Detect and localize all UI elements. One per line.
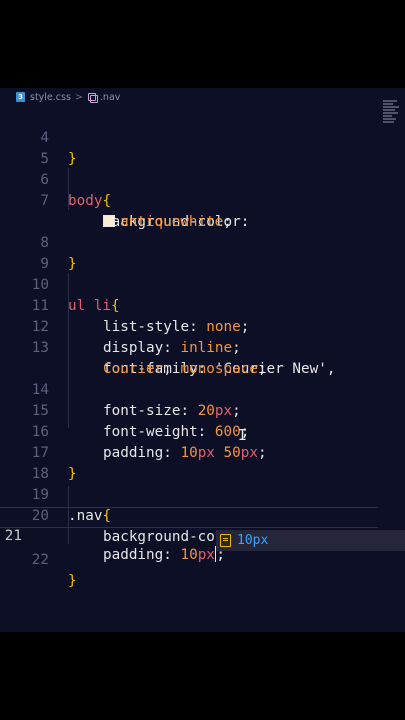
code-line-wrap: Courier, monospace; <box>0 338 405 377</box>
code-line: 5 <box>0 128 405 167</box>
code-line: 19 .nav{ <box>0 464 405 524</box>
mouse-ibeam-icon: I <box>238 426 248 444</box>
breadcrumb-selector[interactable]: .nav <box>100 92 120 103</box>
code-line: 9 <box>0 233 405 272</box>
breadcrumb: 3 style.css > .nav <box>0 88 405 106</box>
suggestion-label: 10px <box>237 533 269 548</box>
autocomplete-suggestion[interactable]: 10px <box>216 530 405 551</box>
code-line: 4 } <box>0 107 405 167</box>
close-brace: } <box>68 573 77 589</box>
css3-file-icon: 3 <box>16 92 25 102</box>
code-line: 10 ul li{ <box>0 254 405 314</box>
code-line-wrap: antiquewhite; <box>0 191 405 230</box>
code-line-current[interactable]: 21 padding: 10px; <box>0 507 378 563</box>
code-line: 18 <box>0 443 405 482</box>
code-line: 7 background-color: <box>0 170 405 230</box>
css-rule-symbol-icon <box>87 92 98 103</box>
code-line: 17 } <box>0 422 405 482</box>
code-line: 13 font-family: 'Courier New', <box>0 317 405 377</box>
code-line: 12 display: inline; <box>0 296 405 356</box>
code-line: 15 font-weight: 600; <box>0 380 405 440</box>
line-number: 22 <box>31 552 49 568</box>
code-line: 16 padding: 10px 50px; <box>0 401 405 461</box>
breadcrumb-file[interactable]: style.css <box>30 92 71 103</box>
code-line: 6 body{ <box>0 149 405 209</box>
code-line: 14 font-size: 20px; <box>0 359 405 419</box>
code-line: 20 background-color: black; <box>0 485 405 545</box>
code-line: 8 } <box>0 212 405 272</box>
breadcrumb-separator: > <box>74 91 83 103</box>
unit-snippet-icon <box>220 534 231 547</box>
code-line: 11 list-style: none; <box>0 275 405 335</box>
